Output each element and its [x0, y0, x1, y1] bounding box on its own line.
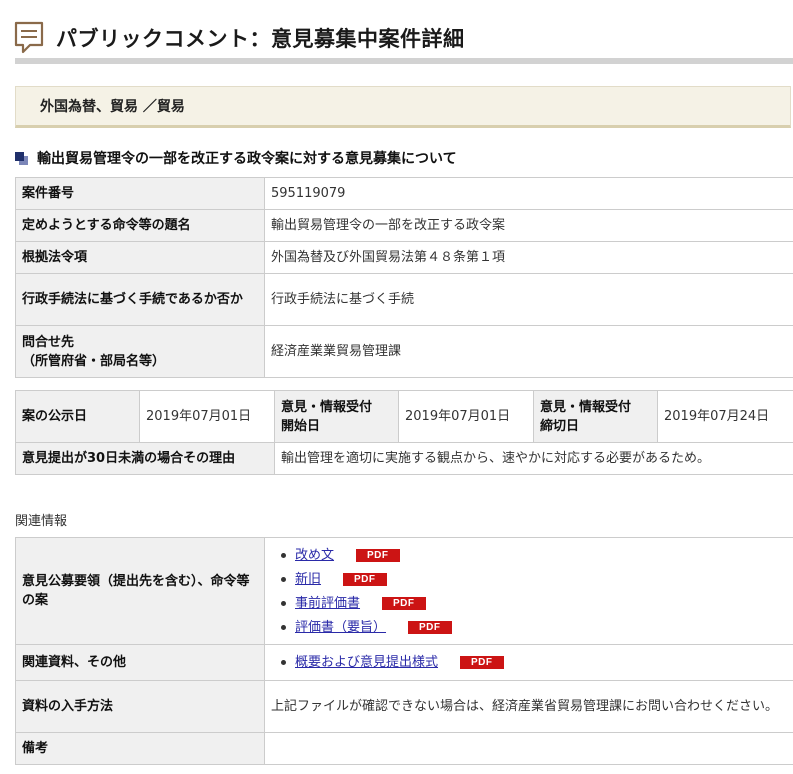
- materials-link-list: 概要および意見提出様式 PDF: [271, 651, 787, 675]
- detail-row-basis-law: 根拠法令項 外国為替及び外国貿易法第４８条第１項: [15, 241, 793, 274]
- detail-label-line: （所管府省・部局名等）: [22, 353, 166, 369]
- detail-row-procedure: 行政手続法に基づく手続であるか否か 行政手続法に基づく手続: [15, 273, 793, 326]
- obtain-row: 資料の入手方法 上記ファイルが確認できない場合は、経済産業省貿易管理課にお問い合…: [15, 680, 793, 733]
- publish-date-label: 案の公示日: [15, 390, 140, 443]
- obtain-value: 上記ファイルが確認できない場合は、経済産業省貿易管理課にお問い合わせください。: [264, 680, 793, 733]
- pdf-icon: PDF: [408, 620, 452, 634]
- guideline-links-cell: 改め文 PDF 新旧 PDF 事前評価書 PDF 評価書（要旨） PDF: [264, 537, 793, 645]
- category-label: 外国為替、貿易 ／貿易: [40, 99, 185, 115]
- label-line: 意見・情報受付: [281, 399, 373, 415]
- bullet-icon: [281, 552, 286, 558]
- materials-row: 関連資料、その他 概要および意見提出様式 PDF: [15, 644, 793, 681]
- detail-label: 問合せ先 （所管府省・部局名等）: [15, 325, 265, 378]
- detail-value: 経済産業業貿易管理課: [264, 325, 793, 378]
- doc-link-amendment[interactable]: 改め文: [295, 546, 334, 565]
- detail-label: 案件番号: [15, 177, 265, 210]
- pdf-icon: PDF: [343, 572, 387, 586]
- case-heading-text: 輸出貿易管理令の一部を改正する政令案に対する意見募集について: [37, 151, 457, 167]
- bullet-icon: [281, 660, 286, 665]
- list-item: 概要および意見提出様式 PDF: [281, 651, 787, 675]
- reason-label: 意見提出が30日未満の場合その理由: [15, 442, 275, 475]
- guideline-label: 意見公募要領（提出先を含む）、命令等の案: [15, 537, 265, 645]
- case-heading: 輸出貿易管理令の一部を改正する政令案に対する意見募集について: [15, 148, 457, 168]
- detail-value: 輸出貿易管理令の一部を改正する政令案: [264, 209, 793, 242]
- label-line: 開始日: [281, 418, 321, 434]
- comment-icon: [14, 21, 44, 54]
- label-line: 締切日: [540, 418, 580, 434]
- category-banner: 外国為替、貿易 ／貿易: [15, 86, 791, 128]
- detail-row-case-number: 案件番号 595119079: [15, 177, 793, 210]
- pdf-icon: PDF: [460, 656, 504, 669]
- title-divider: [15, 58, 793, 64]
- detail-row-title: 定めようとする命令等の題名 輸出貿易管理令の一部を改正する政令案: [15, 209, 793, 242]
- list-item: 評価書（要旨） PDF: [281, 615, 787, 639]
- detail-row-contact: 問合せ先 （所管府省・部局名等） 経済産業業貿易管理課: [15, 325, 793, 378]
- dates-row: 案の公示日 2019年07月01日 意見・情報受付 開始日 2019年07月01…: [15, 390, 793, 443]
- obtain-label: 資料の入手方法: [15, 680, 265, 733]
- related-info-label: 関連情報: [15, 514, 68, 529]
- related-info-table: 意見公募要領（提出先を含む）、命令等の案 改め文 PDF 新旧 PDF 事前評価…: [15, 537, 793, 765]
- notes-label: 備考: [15, 732, 265, 765]
- detail-label-line: 問合せ先: [22, 334, 75, 350]
- pdf-icon: PDF: [382, 596, 426, 610]
- materials-label: 関連資料、その他: [15, 644, 265, 681]
- doc-link-evaluation-summary[interactable]: 評価書（要旨）: [295, 618, 386, 637]
- reason-value: 輸出管理を適切に実施する観点から、速やかに対応する必要があるため。: [274, 442, 793, 475]
- notes-value: [264, 732, 793, 765]
- case-details-table: 案件番号 595119079 定めようとする命令等の題名 輸出貿易管理令の一部を…: [15, 177, 793, 378]
- doc-link-pre-evaluation[interactable]: 事前評価書: [295, 594, 360, 613]
- pdf-icon: PDF: [356, 548, 400, 562]
- detail-value: 行政手続法に基づく手続: [264, 273, 793, 326]
- end-date-label: 意見・情報受付 締切日: [533, 390, 658, 443]
- list-item: 改め文 PDF: [281, 543, 787, 567]
- bullet-icon: [281, 576, 286, 582]
- guideline-link-list: 改め文 PDF 新旧 PDF 事前評価書 PDF 評価書（要旨） PDF: [271, 543, 787, 639]
- detail-label: 定めようとする命令等の題名: [15, 209, 265, 242]
- list-item: 新旧 PDF: [281, 567, 787, 591]
- list-item: 事前評価書 PDF: [281, 591, 787, 615]
- bullet-icon: [281, 624, 286, 630]
- page-title: パブリックコメント：意見募集中案件詳細: [56, 27, 465, 51]
- page: パブリックコメント：意見募集中案件詳細 外国為替、貿易 ／貿易 輸出貿易管理令の…: [0, 0, 793, 774]
- label-line: 意見・情報受付: [540, 399, 632, 415]
- notes-row: 備考: [15, 732, 793, 765]
- detail-value: 外国為替及び外国貿易法第４８条第１項: [264, 241, 793, 274]
- page-header: パブリックコメント：意見募集中案件詳細: [14, 20, 465, 56]
- doc-link-comparison[interactable]: 新旧: [295, 570, 321, 589]
- materials-links-cell: 概要および意見提出様式 PDF: [264, 644, 793, 681]
- end-date-value: 2019年07月24日: [657, 390, 793, 443]
- start-date-value: 2019年07月01日: [398, 390, 534, 443]
- square-bullet-icon: [15, 151, 29, 165]
- detail-value: 595119079: [264, 177, 793, 210]
- start-date-label: 意見・情報受付 開始日: [274, 390, 399, 443]
- reason-row: 意見提出が30日未満の場合その理由 輸出管理を適切に実施する観点から、速やかに対…: [15, 442, 793, 475]
- doc-link-overview-form[interactable]: 概要および意見提出様式: [295, 653, 438, 672]
- detail-label: 根拠法令項: [15, 241, 265, 274]
- dates-table: 案の公示日 2019年07月01日 意見・情報受付 開始日 2019年07月01…: [15, 390, 793, 475]
- detail-label: 行政手続法に基づく手続であるか否か: [15, 273, 265, 326]
- guideline-row: 意見公募要領（提出先を含む）、命令等の案 改め文 PDF 新旧 PDF 事前評価…: [15, 537, 793, 645]
- bullet-icon: [281, 600, 286, 606]
- publish-date-value: 2019年07月01日: [139, 390, 275, 443]
